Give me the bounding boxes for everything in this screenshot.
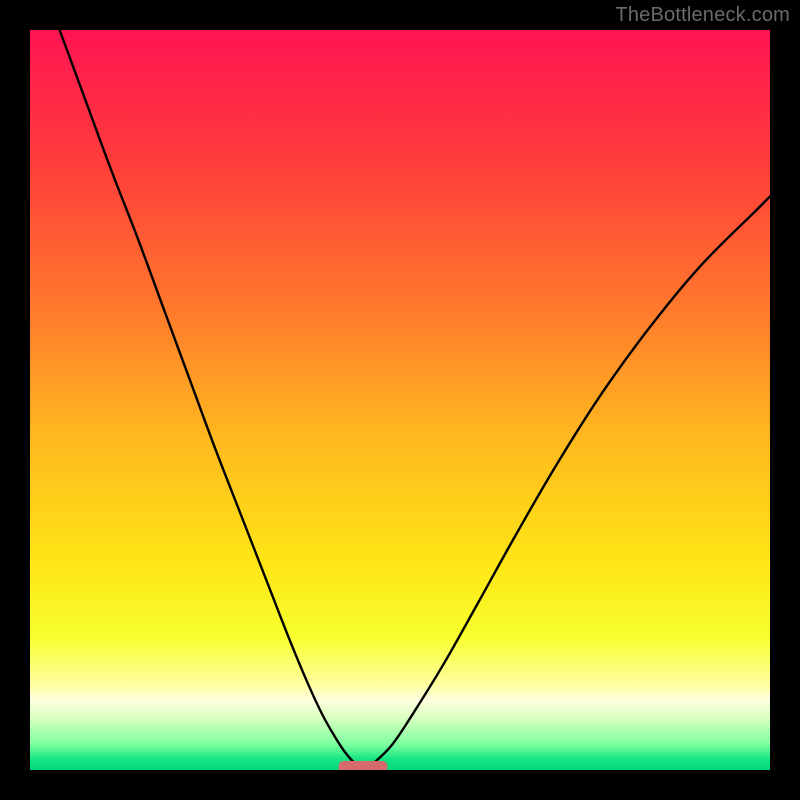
optimal-marker xyxy=(339,761,388,770)
watermark-text: TheBottleneck.com xyxy=(615,4,790,27)
bottleneck-chart xyxy=(30,30,770,770)
chart-frame: TheBottleneck.com xyxy=(0,0,800,800)
plot-background xyxy=(30,30,770,770)
